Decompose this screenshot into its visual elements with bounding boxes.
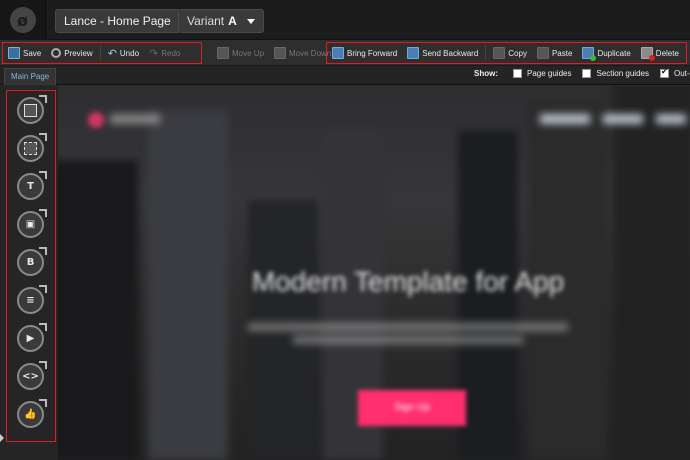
box-widget[interactable] <box>15 95 47 129</box>
redo-icon: ↷ <box>149 47 159 60</box>
show-options: Show: Page guides Section guides Out-o <box>474 67 690 78</box>
page-canvas[interactable]: Modern Template for App Sign Up <box>58 86 690 460</box>
send-backward-label: Send Backward <box>422 48 479 58</box>
paste-label: Paste <box>551 48 573 58</box>
divider <box>485 45 487 61</box>
drag-arrow-icon <box>39 171 47 179</box>
move-group: Move Up Move Down <box>212 42 336 64</box>
bring-forward-icon <box>332 47 344 59</box>
duplicate-button[interactable]: Duplicate <box>577 43 635 63</box>
file-actions-group: Save Preview ↶ Undo ↷ Redo <box>2 42 202 64</box>
page-guides-label: Page guides <box>527 69 572 78</box>
site-brand[interactable] <box>110 114 160 124</box>
form-widget[interactable]: ≡ <box>15 285 47 319</box>
delete-label: Delete <box>655 48 679 58</box>
site-nav-item[interactable] <box>656 114 686 124</box>
delete-button[interactable]: Delete <box>636 43 684 63</box>
duplicate-icon <box>582 47 597 61</box>
hero-subtitle[interactable] <box>238 318 578 358</box>
arrange-edit-group: Bring Forward Send Backward Copy Paste D… <box>326 42 687 64</box>
redo-label: Redo <box>161 48 181 58</box>
redo-button[interactable]: ↷ Redo <box>144 43 185 63</box>
out-of-bounds-label: Out-o <box>673 69 690 78</box>
section-guides-checkbox[interactable] <box>582 69 592 78</box>
button-widget[interactable]: B <box>15 247 47 281</box>
collapse-panel-icon[interactable] <box>0 434 4 442</box>
widget-sidebar: T ▣ B ≡ ▶ <> 👍 <box>0 86 58 460</box>
image-widget[interactable]: ▣ <box>15 209 47 243</box>
app-logo[interactable]: ø <box>0 0 46 40</box>
editor-toolbar: Save Preview ↶ Undo ↷ Redo Move Up Move … <box>0 40 690 66</box>
widget-list: T ▣ B ≡ ▶ <> 👍 <box>6 90 56 442</box>
site-logo[interactable] <box>88 112 104 128</box>
show-label: Show: <box>474 69 498 78</box>
undo-label: Undo <box>119 48 140 58</box>
site-nav-item[interactable] <box>540 114 590 124</box>
chevron-down-icon <box>246 18 255 24</box>
hero-title[interactable]: Modern Template for App <box>208 266 608 298</box>
drag-arrow-icon <box>39 209 47 217</box>
variant-dropdown[interactable]: Variant A <box>178 9 264 33</box>
undo-button[interactable]: ↶ Undo <box>103 43 144 63</box>
delete-icon <box>640 47 655 61</box>
send-backward-button[interactable]: Send Backward <box>402 43 483 63</box>
copy-button[interactable]: Copy <box>488 43 532 63</box>
duplicate-label: Duplicate <box>597 48 631 58</box>
move-down-icon <box>274 47 287 59</box>
out-of-bounds-checkbox[interactable] <box>659 67 669 78</box>
save-label: Save <box>23 48 42 58</box>
top-bar: ø Lance - Home Page Variant A <box>0 0 690 40</box>
drag-arrow-icon <box>39 95 47 103</box>
save-icon <box>8 47 20 59</box>
drag-arrow-icon <box>39 247 47 255</box>
move-up-label: Move Up <box>232 48 265 58</box>
code-widget[interactable]: <> <box>15 361 47 395</box>
text-widget[interactable]: T <box>15 171 47 205</box>
variant-label: Variant <box>187 14 225 28</box>
site-nav-item[interactable] <box>603 114 643 124</box>
bring-forward-label: Bring Forward <box>347 48 398 58</box>
variant-letter: A <box>228 14 237 28</box>
drag-arrow-icon <box>39 285 47 293</box>
drag-arrow-icon <box>39 133 47 141</box>
preview-button[interactable]: Preview <box>46 43 97 63</box>
bring-forward-button[interactable]: Bring Forward <box>327 43 402 63</box>
hero-cta-button[interactable]: Sign Up <box>358 390 466 426</box>
page-tab-bar: Main Page Show: Page guides Section guid… <box>0 66 690 85</box>
page-guides-checkbox[interactable] <box>513 69 522 78</box>
dashed-box-widget[interactable] <box>15 133 47 167</box>
undo-icon: ↶ <box>107 47 117 60</box>
video-widget[interactable]: ▶ <box>15 323 47 357</box>
tab-main-page[interactable]: Main Page <box>4 68 57 85</box>
paste-icon <box>536 47 549 59</box>
social-widget[interactable]: 👍 <box>15 399 47 433</box>
drag-arrow-icon <box>39 399 47 407</box>
logo-icon: ø <box>9 7 36 33</box>
page-title-button[interactable]: Lance - Home Page <box>55 9 180 33</box>
copy-label: Copy <box>508 48 527 58</box>
divider <box>99 45 101 61</box>
preview-icon <box>51 48 62 58</box>
move-up-button[interactable]: Move Up <box>212 43 269 63</box>
drag-arrow-icon <box>39 361 47 369</box>
paste-button[interactable]: Paste <box>532 43 577 63</box>
drag-arrow-icon <box>39 323 47 331</box>
save-button[interactable]: Save <box>3 43 46 63</box>
section-guides-label: Section guides <box>596 69 649 78</box>
page-title: Lance - Home Page <box>64 14 171 28</box>
send-backward-icon <box>407 47 420 59</box>
copy-icon <box>493 47 506 59</box>
preview-label: Preview <box>64 48 93 58</box>
move-down-label: Move Down <box>289 48 332 58</box>
move-up-icon <box>217 47 229 59</box>
